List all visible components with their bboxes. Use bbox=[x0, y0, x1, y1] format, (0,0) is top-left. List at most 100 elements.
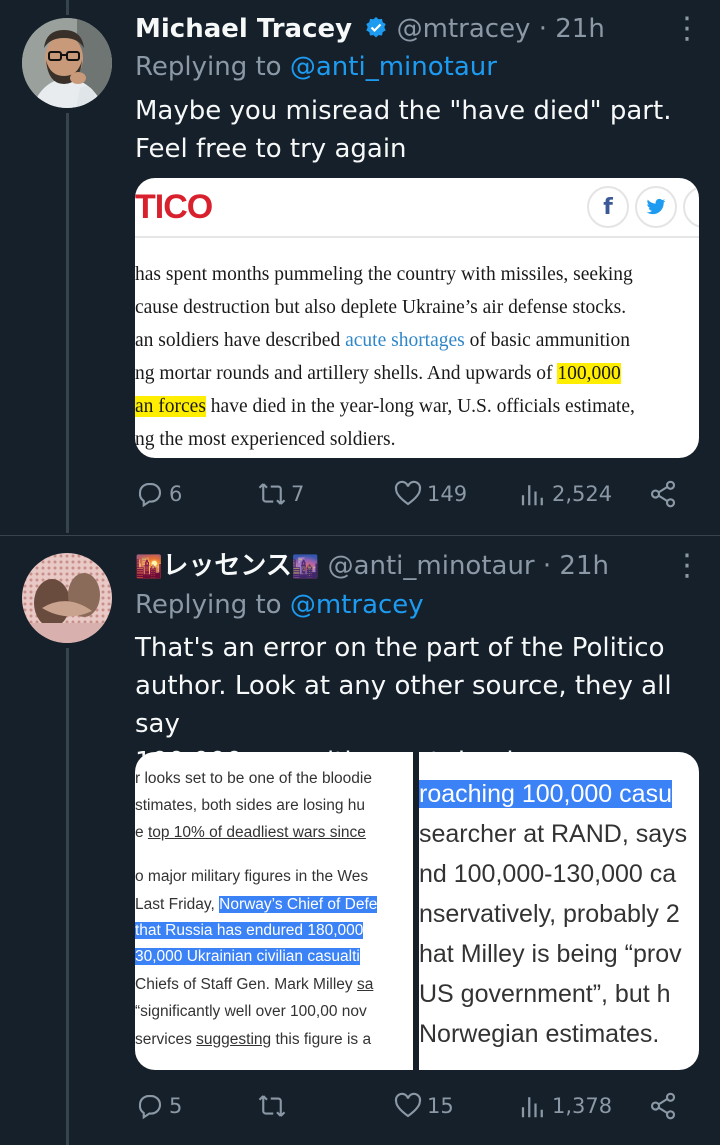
avatar-anti-minotaur[interactable] bbox=[22, 553, 112, 643]
emoji-city: 🌆 bbox=[291, 555, 320, 580]
screenshot-left[interactable]: r looks set to be one of the bloodie sti… bbox=[135, 752, 413, 1070]
heart-icon bbox=[394, 480, 422, 506]
article-line: services suggesting this figure is a bbox=[135, 1031, 371, 1049]
view-count: 1,378 bbox=[552, 1094, 613, 1118]
selected-text: 30,000 Ukrainian civilian casualti bbox=[135, 948, 360, 965]
tweet-header: 🌇レッセンス🌆 @anti_minotaur · 21h bbox=[135, 549, 609, 585]
tweet-divider bbox=[0, 535, 720, 536]
avatar-michael-tracey[interactable] bbox=[22, 18, 112, 108]
replying-to: Replying to @anti_minotaur bbox=[135, 52, 497, 82]
article-link: acute shortages bbox=[345, 330, 465, 351]
article-text: have died in the year-long war, U.S. off… bbox=[205, 396, 635, 417]
display-name[interactable]: レッセンス bbox=[162, 551, 291, 581]
share-icon bbox=[650, 480, 676, 508]
article-line: Last Friday, Norway’s Chief of Defe bbox=[135, 896, 378, 914]
share-button[interactable] bbox=[648, 474, 678, 514]
article-text: an soldiers have described bbox=[135, 330, 346, 351]
article-text: of basic ammunition bbox=[464, 330, 630, 351]
replying-prefix: Replying to bbox=[135, 52, 282, 82]
article-line: o major military figures in the Wes bbox=[135, 868, 369, 885]
like-count: 149 bbox=[427, 482, 468, 506]
like-button[interactable]: 15 bbox=[393, 1086, 454, 1126]
emoji-sunset: 🌇 bbox=[135, 555, 163, 580]
article-line: stimates, both sides are losing hu bbox=[135, 797, 366, 814]
politico-logo: TICO bbox=[135, 188, 213, 226]
more-options-icon[interactable]: ⋮ bbox=[672, 551, 702, 581]
retweet-icon bbox=[258, 483, 286, 505]
article-text: Chiefs of Staff Gen. Mark Milley bbox=[135, 976, 357, 993]
tweet-text-line: Feel free to try again bbox=[135, 134, 407, 164]
article-line: hat Milley is being “prov bbox=[419, 940, 682, 968]
article-line: ng mortar rounds and artillery shells. A… bbox=[135, 363, 621, 385]
heart-icon bbox=[394, 1092, 422, 1118]
share-icon bbox=[650, 1092, 676, 1120]
replying-to-handle[interactable]: @anti_minotaur bbox=[290, 52, 497, 82]
verified-badge-icon bbox=[366, 17, 387, 38]
reply-count: 5 bbox=[169, 1094, 183, 1118]
reply-icon bbox=[138, 482, 162, 508]
tweet-text-line: author. Look at any other source, they a… bbox=[135, 671, 672, 739]
article-line: e top 10% of deadliest wars since bbox=[135, 824, 366, 842]
article-line: “significantly well over 100,00 nov bbox=[135, 1003, 367, 1020]
views-chart-icon bbox=[521, 485, 543, 506]
retweet-button[interactable]: 7 bbox=[257, 474, 304, 514]
selected-text: that Russia has endured 180,000 bbox=[135, 922, 364, 939]
article-link: suggesting bbox=[196, 1031, 272, 1048]
article-line: r looks set to be one of the bloodie bbox=[135, 770, 372, 787]
display-name[interactable]: Michael Tracey bbox=[135, 14, 352, 44]
retweet-icon bbox=[258, 1095, 286, 1117]
views-button[interactable]: 2,524 bbox=[518, 474, 612, 514]
article-line: an soldiers have described acute shortag… bbox=[135, 330, 630, 352]
tweet-text-line: That's an error on the part of the Polit… bbox=[135, 633, 665, 663]
article-link: top 10% of deadliest wars since bbox=[147, 824, 366, 841]
action-bar: 5 15 1,378 bbox=[135, 1086, 680, 1126]
politico-screenshot[interactable]: TICO f has spent months pummeling the co… bbox=[135, 178, 699, 458]
dot-separator: · bbox=[538, 14, 547, 44]
thread-line-top bbox=[66, 0, 69, 15]
retweet-button[interactable] bbox=[257, 1086, 291, 1126]
views-button[interactable]: 1,378 bbox=[518, 1086, 612, 1126]
timestamp[interactable]: 21h bbox=[555, 14, 605, 44]
reply-count: 6 bbox=[169, 482, 183, 506]
article-line: US government”, but h bbox=[419, 980, 671, 1008]
article-line: 30,000 Ukrainian civilian casualti bbox=[135, 948, 360, 966]
handle[interactable]: @anti_minotaur bbox=[328, 551, 535, 581]
more-options-icon[interactable]: ⋮ bbox=[672, 14, 702, 44]
article-line: an forces have died in the year-long war… bbox=[135, 396, 635, 418]
replying-to-handle[interactable]: @mtracey bbox=[290, 590, 424, 620]
highlighted-text: 100,000 bbox=[557, 363, 621, 384]
views-chart-icon bbox=[521, 1097, 543, 1118]
screenshot-right[interactable]: roaching 100,000 casu searcher at RAND, … bbox=[419, 752, 699, 1070]
article-line: Chiefs of Staff Gen. Mark Milley sa bbox=[135, 976, 373, 994]
article-line: ng the most experienced soldiers. bbox=[135, 429, 396, 450]
like-button[interactable]: 149 bbox=[393, 474, 467, 514]
retweet-count: 7 bbox=[291, 482, 305, 506]
article-line: roaching 100,000 casu bbox=[419, 780, 672, 809]
reply-button[interactable]: 6 bbox=[135, 474, 182, 514]
share-button[interactable] bbox=[648, 1086, 678, 1126]
article-link: sa bbox=[356, 976, 374, 993]
article-line: that Russia has endured 180,000 bbox=[135, 922, 364, 940]
tweet-text: Maybe you misread the "have died" part. … bbox=[135, 92, 671, 168]
article-line: has spent months pummeling the country w… bbox=[135, 264, 633, 285]
selected-text: Norway’s Chief of Defe bbox=[219, 896, 378, 913]
tweet-text-line: Maybe you misread the "have died" part. bbox=[135, 96, 672, 126]
article-text: Last Friday, bbox=[135, 896, 220, 913]
thread-line-bottom bbox=[66, 648, 69, 1145]
article-text: this figure is a bbox=[271, 1031, 372, 1048]
handle[interactable]: @mtracey bbox=[397, 14, 531, 44]
tweet-header: Michael Tracey @mtracey · 21h bbox=[135, 12, 605, 46]
article-line: cause destruction but also deplete Ukrai… bbox=[135, 297, 627, 318]
timestamp[interactable]: 21h bbox=[559, 551, 609, 581]
selected-text: roaching 100,000 casu bbox=[419, 780, 672, 808]
dot-separator: · bbox=[542, 551, 552, 581]
thread-line bbox=[66, 113, 69, 533]
reply-icon bbox=[138, 1094, 162, 1120]
replying-to: Replying to @mtracey bbox=[135, 590, 424, 620]
article-text: services bbox=[135, 1031, 197, 1048]
article-screenshots[interactable]: r looks set to be one of the bloodie sti… bbox=[135, 752, 699, 1070]
facebook-share-icon: f bbox=[587, 186, 629, 228]
like-count: 15 bbox=[427, 1094, 454, 1118]
article-line: Norwegian estimates. bbox=[419, 1020, 660, 1048]
reply-button[interactable]: 5 bbox=[135, 1086, 182, 1126]
